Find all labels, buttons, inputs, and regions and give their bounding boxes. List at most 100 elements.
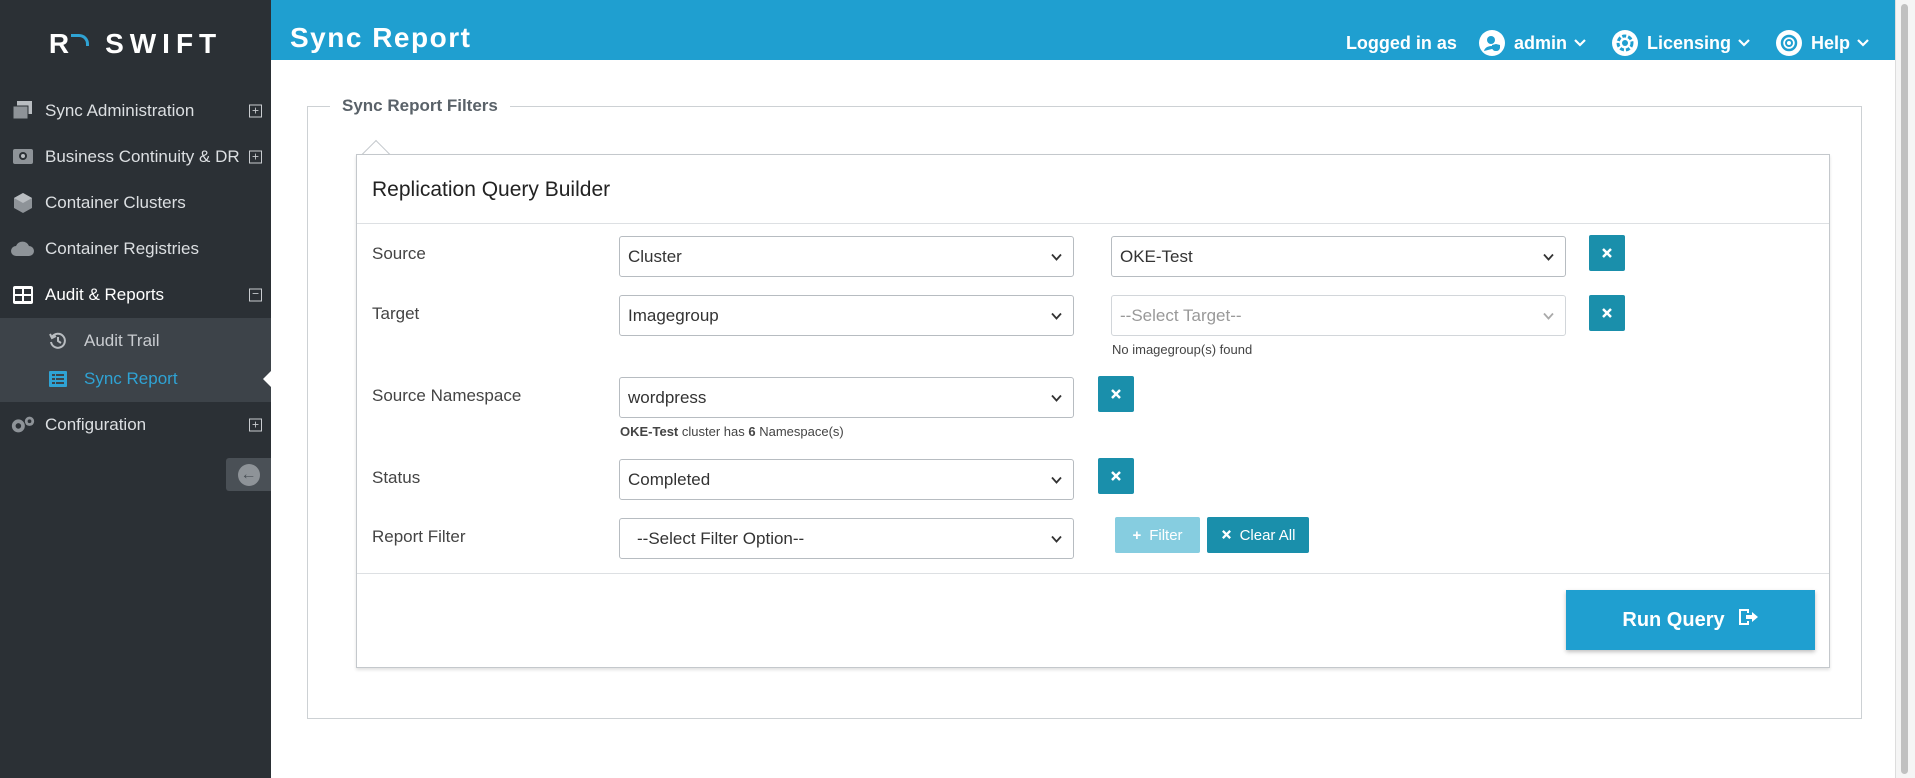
expand-icon[interactable]: + [249,150,262,164]
status-value: Completed [628,469,711,489]
user-name: admin [1513,32,1567,53]
logo-text: SWIFT [105,28,223,59]
target-placeholder: --Select Target-- [1120,305,1242,325]
remove-namespace-button[interactable] [1098,376,1134,412]
divider [357,573,1829,574]
scrollbar-thumb[interactable] [1901,4,1908,774]
sidebar-subitem-label: Sync Report [84,369,178,388]
namespace-hint-count: 6 [748,424,756,439]
namespace-hint-cluster: OKE-Test [620,424,679,439]
plus-icon: + [1132,526,1142,544]
run-query-button[interactable]: Run Query [1566,590,1815,650]
logged-in-label: Logged in as [1345,32,1457,53]
chevron-down-icon [1543,312,1554,320]
server-gear-icon [10,146,36,168]
sidebar-item-configuration[interactable]: Configuration + [0,402,271,448]
run-query-label: Run Query [1622,608,1725,631]
remove-target-button[interactable] [1589,295,1625,331]
page-title: Sync Report [290,22,472,53]
source-type-value: Cluster [628,246,682,266]
sidebar-item-label: Audit & Reports [45,285,165,304]
target-label: Target [372,304,420,323]
target-hint: No imagegroup(s) found [1112,342,1253,357]
lifebuoy-icon [1775,30,1802,56]
report-filter-select[interactable]: --Select Filter Option-- [619,518,1074,559]
filters-legend: Sync Report Filters [330,96,510,116]
target-type-value: Imagegroup [628,305,719,325]
sign-out-icon [1737,607,1759,633]
remove-status-button[interactable] [1098,458,1134,494]
app-root: R SWIFT Sync Administration + Business C… [0,0,1915,778]
clear-all-button[interactable]: Clear All [1207,517,1309,553]
sidebar-item-label: Sync Administration [45,101,195,120]
add-filter-button[interactable]: + Filter [1115,517,1200,553]
sidebar-collapse-button[interactable]: ← [226,458,271,491]
sidebar-item-label: Container Registries [45,239,200,258]
namespace-hint-mid: cluster has [678,424,749,439]
licensing-menu[interactable]: Licensing [1611,30,1750,56]
user-menu[interactable]: admin [1478,30,1586,56]
sidebar-item-audit-reports[interactable]: Audit & Reports − [0,272,271,318]
logo-r: R [48,28,70,59]
layers-icon [10,100,36,122]
help-label: Help [1810,32,1850,53]
expand-icon[interactable]: + [249,418,262,432]
close-icon [1602,308,1612,318]
status-select[interactable]: Completed [619,459,1074,500]
sidebar: R SWIFT Sync Administration + Business C… [0,0,271,778]
table-icon [10,284,36,306]
remove-source-button[interactable] [1589,235,1625,271]
report-filter-value: --Select Filter Option-- [637,528,805,548]
sidebar-item-sync-administration[interactable]: Sync Administration + [0,88,271,134]
subnav-audit-reports: Audit Trail Sync Report [0,318,271,402]
namespace-hint-end: Namespace(s) [755,424,844,439]
sidebar-item-container-clusters[interactable]: Container Clusters [0,180,271,226]
sidebar-item-container-registries[interactable]: Container Registries [0,226,271,272]
namespace-hint: OKE-Test cluster has 6 Namespace(s) [620,424,844,439]
sidebar-item-label: Configuration [45,415,147,434]
brand-logo[interactable]: R SWIFT [0,0,271,88]
source-namespace-select[interactable]: wordpress [619,377,1074,418]
chevron-down-icon [1051,476,1062,484]
list-icon [48,370,70,388]
source-namespace-value: wordpress [628,387,707,407]
sidebar-item-business-continuity[interactable]: Business Continuity & DR + [0,134,271,180]
filter-button-label: Filter [1149,526,1183,544]
sidebar-subitem-audit-trail[interactable]: Audit Trail [0,322,271,360]
sidebar-subitem-sync-report[interactable]: Sync Report [0,360,271,398]
chevron-down-icon [1051,253,1062,261]
cube-icon [10,192,36,214]
chevron-down-icon [1051,535,1062,543]
cloud-icon [10,238,36,260]
expand-icon[interactable]: + [249,104,262,118]
query-builder-title: Replication Query Builder [372,178,611,201]
chevron-down-icon [1051,312,1062,320]
licensing-gear-icon [1611,30,1638,56]
target-type-select[interactable]: Imagegroup [619,295,1074,336]
close-icon [1221,527,1232,544]
collapse-icon[interactable]: − [249,288,262,302]
source-cluster-select[interactable]: OKE-Test [1111,236,1566,277]
status-label: Status [372,468,421,487]
gears-icon [10,414,36,436]
sidebar-item-label: Business Continuity & DR [45,147,240,166]
close-icon [1111,471,1121,481]
source-type-select[interactable]: Cluster [619,236,1074,277]
logo-arc-icon [71,34,90,46]
target-select[interactable]: --Select Target-- [1111,295,1566,336]
source-namespace-label: Source Namespace [372,386,522,405]
user-shield-icon [1478,30,1505,56]
history-icon [48,331,70,351]
query-builder-card: Replication Query Builder Source Cluster… [356,154,1830,668]
source-label: Source [372,244,426,263]
help-menu[interactable]: Help [1775,30,1869,56]
report-filter-label: Report Filter [372,527,466,546]
divider [357,223,1829,224]
licensing-label: Licensing [1646,32,1731,53]
source-cluster-value: OKE-Test [1120,246,1193,266]
chevron-down-icon [1574,36,1586,50]
arrow-left-icon: ← [237,463,260,486]
top-header: Sync Report Logged in as admin Licensing [271,0,1895,60]
close-icon [1602,248,1612,258]
chevron-down-icon [1051,394,1062,402]
